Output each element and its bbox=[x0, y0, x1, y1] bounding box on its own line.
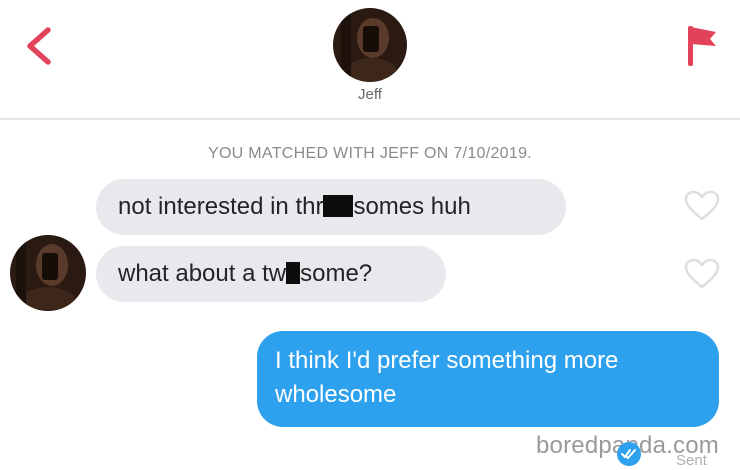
like-button[interactable] bbox=[684, 190, 720, 222]
like-button[interactable] bbox=[684, 258, 720, 290]
heart-outline-icon bbox=[684, 190, 720, 221]
header-avatar[interactable] bbox=[333, 8, 407, 82]
contact-name: Jeff bbox=[358, 86, 382, 103]
sender-avatar[interactable] bbox=[10, 235, 86, 311]
match-notice: YOU MATCHED WITH JEFF ON 7/10/2019. bbox=[207, 145, 533, 162]
flag-icon bbox=[688, 26, 716, 66]
message-text: I think I'd prefer something more wholes… bbox=[275, 347, 619, 408]
heart-outline-icon bbox=[684, 258, 720, 289]
back-button[interactable] bbox=[22, 26, 56, 66]
message-text: somes huh bbox=[353, 193, 471, 220]
redaction-block bbox=[323, 195, 354, 217]
avatar-photo bbox=[10, 235, 86, 311]
received-message-bubble[interactable]: not interested in thr somes huh bbox=[96, 179, 566, 235]
message-text: some? bbox=[300, 260, 373, 287]
double-check-icon bbox=[616, 441, 642, 467]
message-text: what about a tw bbox=[118, 260, 287, 287]
received-message-bubble[interactable]: what about a tw some? bbox=[96, 246, 446, 302]
chevron-left-icon bbox=[27, 27, 51, 65]
header-divider bbox=[0, 118, 740, 120]
sent-status: Sent bbox=[676, 452, 707, 469]
avatar-photo bbox=[333, 8, 407, 82]
sent-message-bubble[interactable]: I think I'd prefer something more wholes… bbox=[257, 331, 719, 427]
redaction-block bbox=[286, 262, 301, 284]
message-text: not interested in thr bbox=[118, 193, 324, 220]
report-button[interactable] bbox=[682, 22, 720, 68]
chat-header: Jeff bbox=[0, 0, 740, 118]
